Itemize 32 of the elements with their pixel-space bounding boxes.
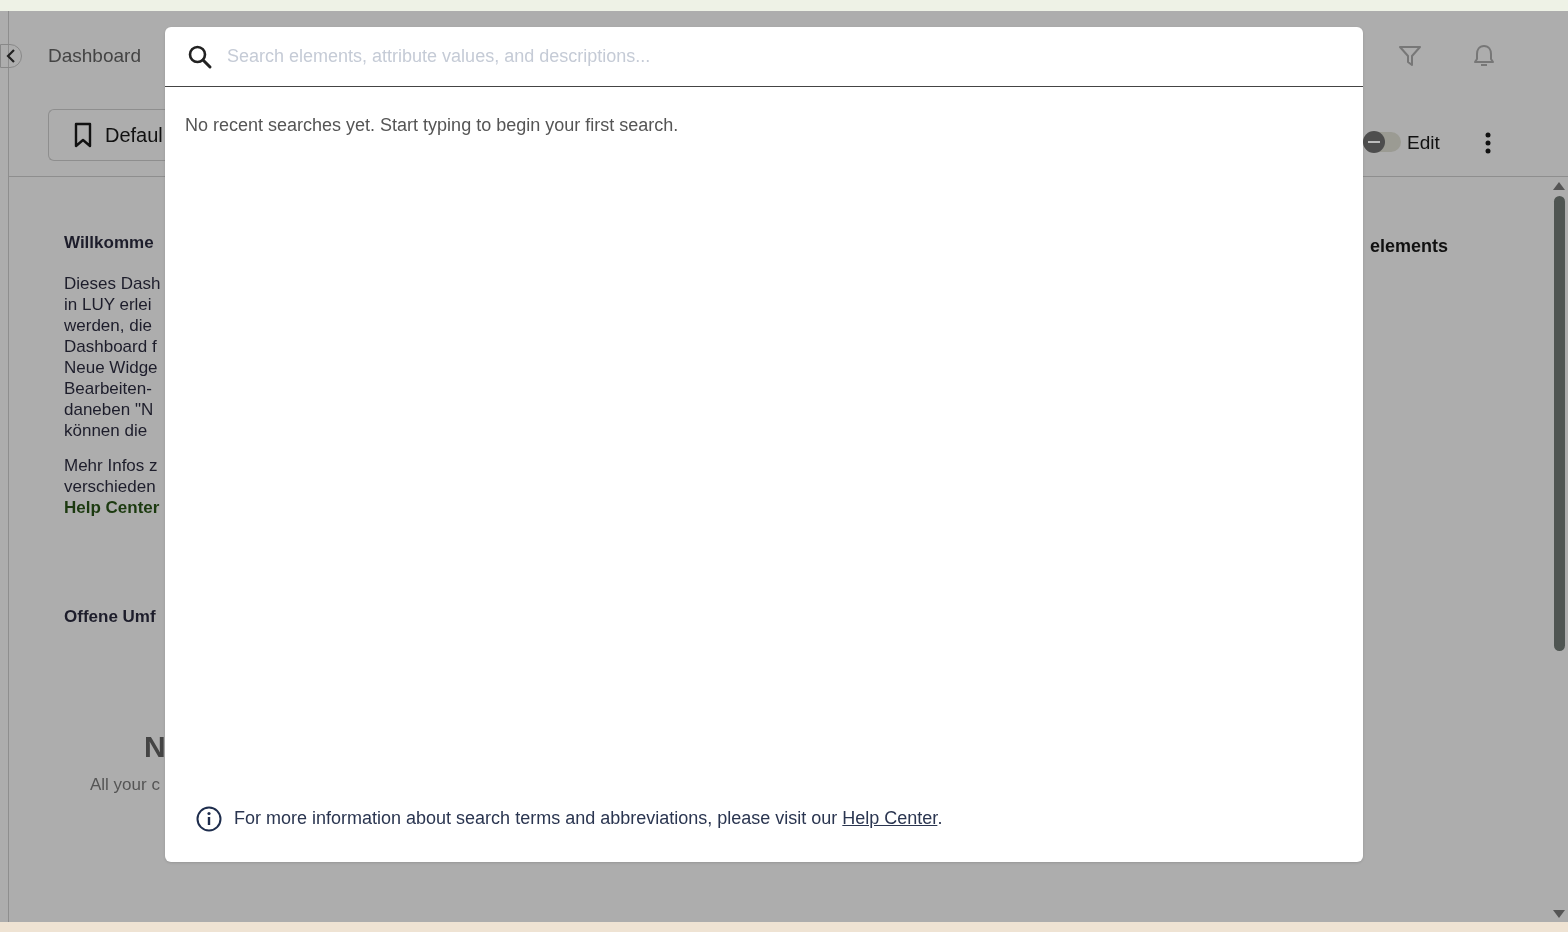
filter-icon[interactable] (1398, 45, 1422, 67)
page-title: Dashboard (48, 43, 141, 68)
welcome-text-line: daneben "N (64, 399, 155, 420)
bookmark-icon (73, 122, 93, 148)
info-icon (196, 805, 222, 832)
help-center-link[interactable]: Help Center (842, 808, 938, 828)
welcome-text-line: Dashboard f (64, 336, 158, 357)
scroll-up-arrow-icon[interactable] (1553, 182, 1565, 190)
welcome-text-line: Bearbeiten- (64, 378, 153, 399)
welcome-title: Willkomme (64, 232, 155, 253)
welcome-text-line: Mehr Infos z (64, 455, 159, 476)
help-center-link[interactable]: Help Center (64, 497, 165, 518)
welcome-text-line: verschieden (64, 476, 157, 497)
survey-title: Offene Umf (64, 606, 157, 627)
chevron-left-icon (6, 49, 16, 63)
search-field[interactable]: Search elements, attribute values, and descriptions... (227, 43, 1347, 70)
edit-toggle[interactable] (1363, 132, 1401, 152)
welcome-text-line: können die (64, 420, 149, 441)
bell-icon[interactable] (1472, 43, 1496, 69)
widget-title: elements (1369, 235, 1450, 258)
welcome-text-line: Dieses Dash (64, 273, 162, 294)
help-text: For more information about search terms and abbreviations, please visit our Help Center. (234, 807, 943, 830)
welcome-text-line: Neue Widge (64, 357, 159, 378)
empty-state-title: N (143, 730, 165, 764)
empty-message: No recent searches yet. Start typing to begin your first search. (184, 114, 680, 137)
welcome-text-line: in LUY erlei (64, 294, 153, 315)
more-vertical-icon[interactable] (1483, 132, 1492, 154)
search-icon (187, 43, 213, 70)
welcome-text-line: werden, die (64, 315, 153, 336)
scroll-down-arrow-icon[interactable] (1553, 910, 1565, 918)
edit-label: Edit (1407, 132, 1440, 154)
empty-state-text: All your c (89, 774, 161, 795)
